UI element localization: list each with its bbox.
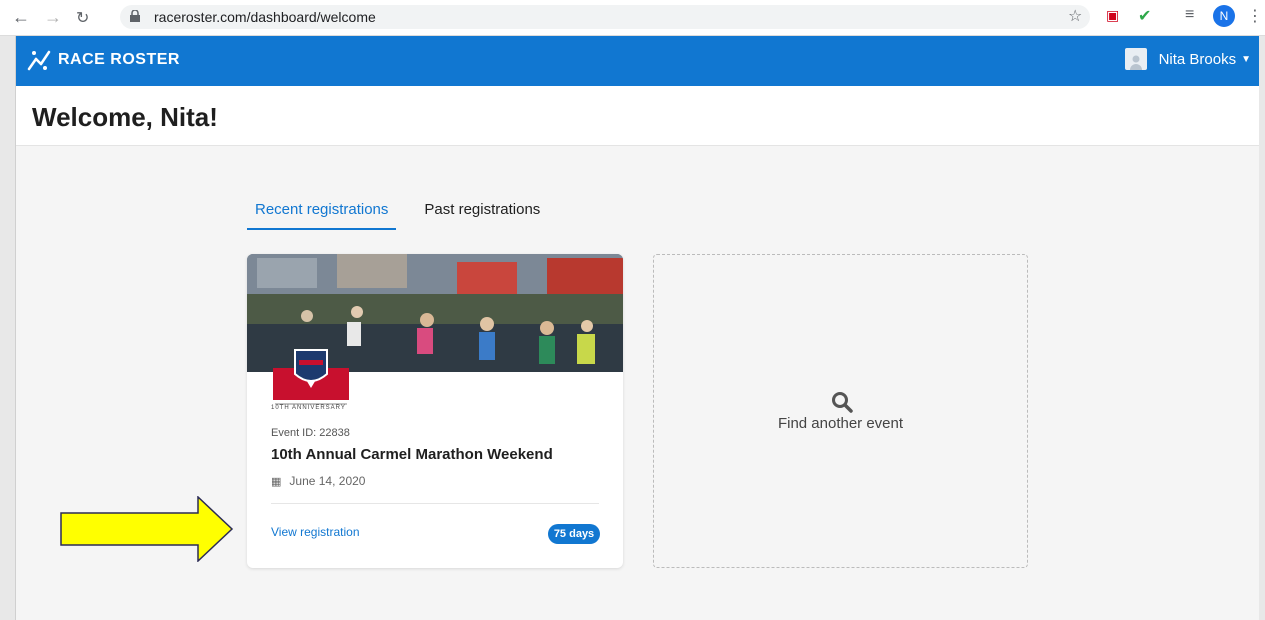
pocket-icon[interactable]: ▣ <box>1106 7 1119 24</box>
brand-name: RACE ROSTER <box>58 51 180 68</box>
event-id: Event ID: 22838 <box>271 427 350 439</box>
checkmark-extension-icon[interactable]: ✔ <box>1138 6 1151 26</box>
find-event-card[interactable]: Find another event <box>653 254 1028 568</box>
left-window-edge <box>0 36 16 620</box>
browser-toolbar: ← → ↻ raceroster.com/dashboard/welcome ☆… <box>0 0 1265 36</box>
card-divider <box>271 503 599 504</box>
find-event-label: Find another event <box>777 415 904 432</box>
reload-icon[interactable]: ↻ <box>76 8 89 28</box>
user-name: Nita Brooks <box>1158 50 1237 68</box>
event-date-text: June 14, 2020 <box>289 474 366 488</box>
tab-past-registrations[interactable]: Past registrations <box>416 201 548 230</box>
bookmark-star-icon[interactable]: ☆ <box>1068 6 1082 26</box>
lock-icon <box>130 10 140 22</box>
address-bar[interactable]: raceroster.com/dashboard/welcome <box>120 5 1090 29</box>
view-registration-link[interactable]: View registration <box>271 525 360 539</box>
chevron-down-icon: ▼ <box>1241 53 1251 65</box>
scrollbar[interactable] <box>1259 36 1265 620</box>
event-date: ▦ June 14, 2020 <box>271 474 365 488</box>
page-header: Welcome, Nita! <box>16 86 1259 146</box>
search-icon <box>832 392 853 413</box>
more-menu-icon[interactable]: ⋮ <box>1247 6 1263 26</box>
event-title[interactable]: 10th Annual Carmel Marathon Weekend <box>271 446 553 463</box>
user-menu[interactable]: Nita Brooks ▼ <box>1124 48 1251 70</box>
profile-avatar[interactable]: N <box>1213 5 1235 27</box>
back-icon[interactable]: ← <box>12 7 30 28</box>
days-remaining-badge: 75 days <box>548 524 600 544</box>
calendar-icon: ▦ <box>271 475 282 488</box>
brand-logo[interactable]: RACE ROSTER <box>26 48 180 72</box>
registration-tabs: Recent registrations Past registrations <box>247 201 568 230</box>
race-roster-logo-icon <box>27 50 51 71</box>
annotation-arrow-icon <box>60 496 234 562</box>
forward-icon[interactable]: → <box>44 7 62 28</box>
event-card[interactable]: 10TH ANNIVERSARY Event ID: 22838 10th An… <box>247 254 623 568</box>
event-logo-emblem: 10TH ANNIVERSARY <box>269 348 353 418</box>
url-text: raceroster.com/dashboard/welcome <box>154 9 376 25</box>
page-title: Welcome, Nita! <box>32 102 218 132</box>
user-avatar-icon <box>1124 48 1147 70</box>
emblem-text: 10TH ANNIVERSARY <box>271 405 346 411</box>
reading-list-icon[interactable]: ≡ <box>1185 6 1194 24</box>
tab-recent-registrations[interactable]: Recent registrations <box>247 201 397 230</box>
top-navbar: RACE ROSTER Nita Brooks ▼ <box>16 36 1259 86</box>
